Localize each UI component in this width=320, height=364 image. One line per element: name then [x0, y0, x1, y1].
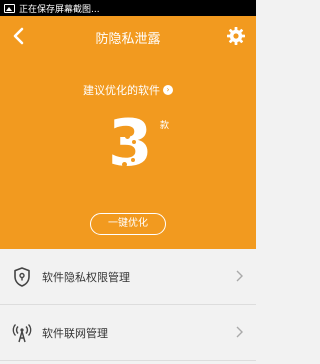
screenshot-icon	[4, 3, 15, 13]
suggest-label: 建议优化的软件	[83, 84, 160, 97]
title-bar: 防隐私泄露	[0, 16, 256, 56]
decor-bubble-4	[131, 158, 135, 162]
list-item-label: 软件联网管理	[42, 326, 108, 340]
antenna-icon	[12, 323, 32, 342]
suggest-count-number: 3	[108, 107, 153, 181]
shield-icon	[14, 266, 30, 287]
info-icon[interactable]: ›	[163, 85, 173, 95]
chevron-right-icon	[236, 270, 243, 282]
decor-bubble-2	[132, 140, 136, 144]
suggest-count-unit: 款	[160, 121, 170, 131]
list-item-network-management[interactable]: 软件联网管理	[0, 305, 256, 361]
chevron-right-icon	[236, 326, 243, 338]
settings-list: 软件隐私权限管理 软件联网管理	[0, 249, 256, 361]
decor-bubble-1	[125, 134, 130, 139]
page-title: 防隐私泄露	[95, 32, 161, 47]
list-item-privacy-permissions[interactable]: 软件隐私权限管理	[0, 249, 256, 305]
status-bar: 正在保存屏幕截图...	[0, 0, 256, 16]
suggest-count: 3 款	[98, 107, 170, 181]
decor-bubble-3	[122, 162, 127, 167]
suggest-header: 建议优化的软件 ›	[0, 82, 256, 98]
one-click-optimize-button[interactable]: 一键优化	[90, 213, 166, 235]
status-notification-text: 正在保存屏幕截图...	[19, 4, 100, 15]
list-item-label: 软件隐私权限管理	[42, 270, 130, 284]
gear-icon[interactable]	[226, 26, 246, 46]
